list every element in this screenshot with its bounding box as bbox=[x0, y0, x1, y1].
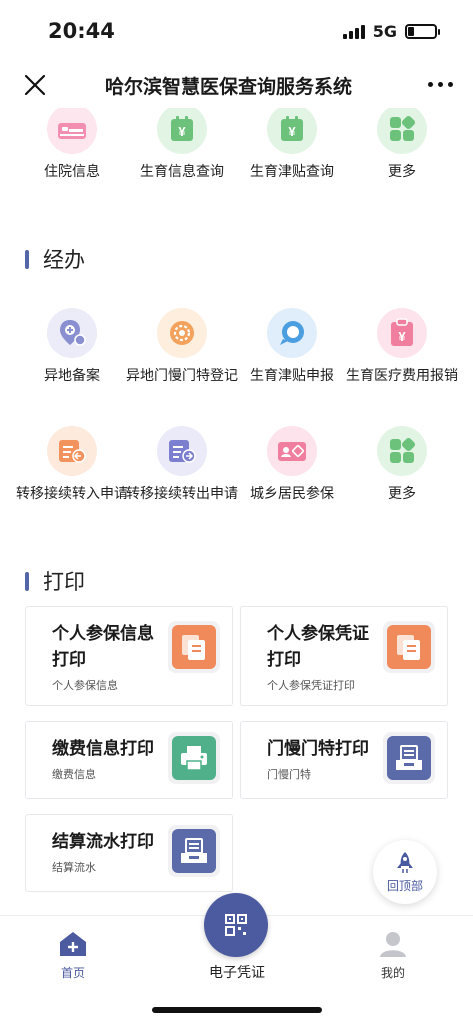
tab-home-label: 首页 bbox=[60, 966, 85, 980]
e-credential-button[interactable] bbox=[204, 893, 268, 957]
main-content[interactable]: 住院信息 ¥ 生育信息查询 ¥ 生育津贴查询 更多 经办 异地备案 异地门慢门特登记 生育津贴… bbox=[0, 108, 473, 908]
service-item[interactable]: 住院信息 bbox=[17, 108, 127, 183]
print-card-title: 个人参保凭证打印 bbox=[267, 624, 369, 670]
hospital-bed-icon bbox=[47, 108, 97, 154]
print-card[interactable]: 缴费信息打印 缴费信息 bbox=[25, 721, 233, 799]
handle-service-row-1: 异地备案 异地门慢门特登记 生育津贴申报 ¥ 生育医疗费用报销 bbox=[17, 308, 473, 387]
top-service-row: 住院信息 ¥ 生育信息查询 ¥ 生育津贴查询 更多 bbox=[17, 108, 473, 183]
section-title-print: 打印 bbox=[43, 570, 85, 594]
e-credential-label: 电子凭证 bbox=[209, 965, 265, 981]
rocket-icon bbox=[397, 851, 413, 873]
svg-text:¥: ¥ bbox=[398, 329, 406, 344]
tab-mine[interactable]: 我的 bbox=[378, 930, 408, 981]
section-title-handle: 经办 bbox=[43, 248, 85, 272]
service-item[interactable]: 异地门慢门特登记 bbox=[126, 308, 238, 387]
service-item[interactable]: 转移接续转入申请 bbox=[16, 426, 128, 505]
tab-home[interactable]: 首页 bbox=[58, 930, 88, 981]
more-menu-icon[interactable] bbox=[428, 82, 453, 87]
service-item-label: 生育信息查询 bbox=[140, 164, 224, 180]
back-to-top-button[interactable]: 回顶部 bbox=[373, 840, 437, 904]
transfer-out-icon bbox=[157, 426, 207, 476]
service-item-label: 生育津贴申报 bbox=[250, 368, 334, 384]
print-card[interactable]: 结算流水打印 结算流水 bbox=[25, 814, 233, 892]
service-item-label: 城乡居民参保 bbox=[250, 486, 334, 502]
status-indicators: 5G bbox=[342, 21, 440, 41]
grid-more-icon bbox=[377, 426, 427, 476]
service-item[interactable]: 转移接续转出申请 bbox=[126, 426, 238, 505]
id-card-icon bbox=[267, 426, 317, 476]
document-copy-icon bbox=[172, 625, 216, 669]
service-item[interactable]: ¥ 生育医疗费用报销 bbox=[346, 308, 458, 387]
document-copy-icon bbox=[387, 625, 431, 669]
close-icon[interactable] bbox=[22, 72, 48, 98]
status-bar: 20:44 5G bbox=[0, 0, 473, 62]
print-card[interactable]: 个人参保凭证打印 个人参保凭证打印 bbox=[240, 606, 448, 706]
print-card[interactable]: 门慢门特打印 门慢门特 bbox=[240, 721, 448, 799]
yen-doc-icon: ¥ bbox=[157, 108, 207, 154]
service-item-label: 转移接续转出申请 bbox=[126, 486, 238, 502]
network-label: 5G bbox=[372, 21, 397, 41]
service-item-label: 更多 bbox=[388, 486, 416, 502]
qr-code-icon bbox=[225, 914, 247, 936]
grid-more-icon bbox=[377, 108, 427, 154]
service-item[interactable]: 生育津贴申报 bbox=[237, 308, 347, 387]
section-accent-bar bbox=[25, 249, 29, 269]
print-card-subtitle: 个人参保凭证打印 bbox=[267, 679, 355, 692]
page-title: 哈尔滨智慧医保查询服务系统 bbox=[105, 76, 353, 98]
home-icon bbox=[60, 932, 86, 956]
service-item-label: 异地备案 bbox=[44, 368, 100, 384]
printer-icon bbox=[172, 736, 216, 780]
service-item-label: 生育医疗费用报销 bbox=[346, 368, 458, 384]
gear-badge-icon bbox=[157, 308, 207, 358]
service-item[interactable]: 异地备案 bbox=[17, 308, 127, 387]
print-card-title: 个人参保信息打印 bbox=[52, 624, 154, 670]
section-print: 打印 bbox=[25, 566, 85, 596]
service-item[interactable]: ¥ 生育信息查询 bbox=[127, 108, 237, 183]
home-indicator bbox=[152, 1007, 322, 1013]
service-item-label: 住院信息 bbox=[44, 164, 100, 180]
section-accent-bar bbox=[25, 571, 29, 591]
tray-icon bbox=[387, 736, 431, 780]
chat-bubble-icon bbox=[267, 308, 317, 358]
svg-text:¥: ¥ bbox=[288, 124, 296, 139]
service-item[interactable]: 更多 bbox=[347, 108, 457, 183]
print-card-subtitle: 缴费信息 bbox=[52, 768, 96, 781]
yen-clipboard-icon: ¥ bbox=[377, 308, 427, 358]
service-item[interactable]: ¥ 生育津贴查询 bbox=[237, 108, 347, 183]
back-to-top-label: 回顶部 bbox=[386, 878, 423, 893]
print-card-subtitle: 个人参保信息 bbox=[52, 679, 118, 692]
section-handle: 经办 bbox=[25, 244, 85, 274]
service-item[interactable]: 更多 bbox=[347, 426, 457, 505]
status-time: 20:44 bbox=[48, 19, 115, 43]
yen-doc-icon: ¥ bbox=[267, 108, 317, 154]
service-item-label: 生育津贴查询 bbox=[250, 164, 334, 180]
print-card[interactable]: 个人参保信息打印个人参保信息 bbox=[25, 606, 233, 706]
print-card-subtitle: 结算流水 bbox=[52, 861, 96, 874]
svg-text:¥: ¥ bbox=[178, 124, 186, 139]
service-item[interactable]: 城乡居民参保 bbox=[237, 426, 347, 505]
tray-icon bbox=[172, 829, 216, 873]
user-icon bbox=[380, 932, 406, 957]
transfer-in-icon bbox=[47, 426, 97, 476]
print-card-subtitle: 门慢门特 bbox=[267, 768, 311, 781]
location-plus-icon bbox=[47, 308, 97, 358]
signal-icon bbox=[342, 23, 365, 39]
nav-bar: 哈尔滨智慧医保查询服务系统 bbox=[0, 62, 473, 108]
service-item-label: 异地门慢门特登记 bbox=[126, 368, 238, 384]
tab-mine-label: 我的 bbox=[380, 966, 405, 980]
service-item-label: 更多 bbox=[388, 164, 416, 180]
battery-icon bbox=[405, 23, 440, 39]
service-item-label: 转移接续转入申请 bbox=[16, 486, 128, 502]
handle-service-row-2: 转移接续转入申请 转移接续转出申请 城乡居民参保 更多 bbox=[16, 426, 473, 505]
